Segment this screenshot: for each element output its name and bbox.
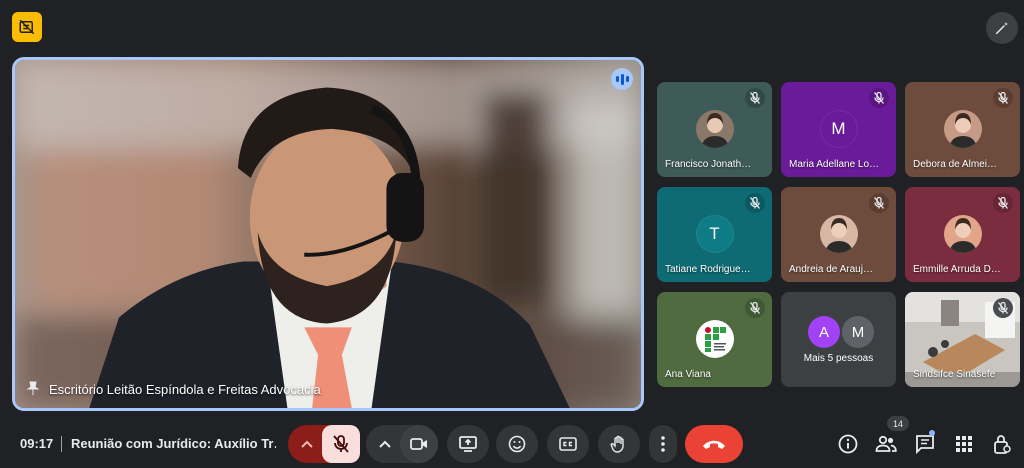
- mic-muted-icon: [745, 88, 765, 108]
- participant-avatar: A: [808, 316, 840, 348]
- participant-name: Francisco Jonath…: [665, 159, 752, 170]
- raise-hand-icon: [610, 435, 624, 453]
- lock-person-icon: [994, 435, 1011, 454]
- chat-icon: [916, 435, 934, 454]
- pin-icon[interactable]: [26, 381, 40, 398]
- activities-button[interactable]: [950, 430, 978, 458]
- participant-tile[interactable]: Sindsifce Sinasefe: [905, 292, 1020, 387]
- participant-name: Sindsifce Sinasefe: [913, 369, 996, 380]
- participant-name: Ana Viana: [665, 369, 711, 380]
- camera-button[interactable]: [400, 425, 438, 463]
- mic-control-group: [288, 425, 360, 463]
- institution-logo: [695, 320, 734, 358]
- host-controls-button[interactable]: [988, 430, 1016, 458]
- camera-icon: [410, 438, 427, 450]
- reactions-button[interactable]: [496, 425, 538, 463]
- participant-avatar: [943, 110, 982, 148]
- main-speaker-tile[interactable]: Escritório Leitão Espíndola e Freitas Ad…: [12, 57, 644, 411]
- more-vert-icon: [661, 436, 665, 452]
- participant-tile[interactable]: M Maria Adellane Lo…: [781, 82, 896, 177]
- camera-options-chevron-icon[interactable]: [374, 433, 396, 455]
- present-screen-icon: [459, 436, 477, 452]
- speaking-indicator-icon: [611, 68, 633, 90]
- meeting-details-button[interactable]: [834, 430, 862, 458]
- participant-tile[interactable]: A M Mais 5 pessoas: [781, 292, 896, 387]
- participant-avatar: [819, 215, 858, 253]
- participant-tile[interactable]: Francisco Jonath…: [657, 82, 772, 177]
- mic-muted-icon: [745, 298, 765, 318]
- leave-call-button[interactable]: [685, 425, 743, 463]
- speaker-video: [15, 60, 641, 408]
- chat-button[interactable]: [911, 430, 939, 458]
- participant-avatar: [695, 110, 734, 148]
- participant-tile[interactable]: T Tatiane Rodrigue…: [657, 187, 772, 282]
- edit-wand-icon[interactable]: [986, 12, 1018, 44]
- raise-hand-button[interactable]: [598, 425, 640, 463]
- info-icon: [838, 434, 858, 454]
- mic-off-button[interactable]: [322, 425, 360, 463]
- more-options-button[interactable]: [649, 425, 677, 463]
- mic-muted-icon: [993, 298, 1013, 318]
- captions-button[interactable]: [547, 425, 589, 463]
- main-speaker-name: Escritório Leitão Espíndola e Freitas Ad…: [49, 382, 321, 397]
- people-icon: [875, 435, 897, 452]
- participant-avatar: [943, 215, 982, 253]
- divider: [61, 436, 62, 452]
- participant-tile[interactable]: Ana Viana: [657, 292, 772, 387]
- more-participants-avatars: AM: [808, 316, 874, 348]
- mic-muted-icon: [993, 88, 1013, 108]
- participant-name: Debora de Almei…: [913, 159, 997, 170]
- participant-tile[interactable]: Emmille Arruda D…: [905, 187, 1020, 282]
- participant-count-badge: 14: [887, 416, 909, 431]
- participant-name: Emmille Arruda D…: [913, 264, 1001, 275]
- apps-grid-icon: [956, 436, 972, 452]
- participant-avatar: T: [695, 215, 734, 253]
- camera-control-group: [366, 425, 438, 463]
- participant-avatar: M: [842, 316, 874, 348]
- participant-tile[interactable]: Debora de Almei…: [905, 82, 1020, 177]
- meeting-clock: 09:17: [20, 436, 54, 451]
- meeting-title: Reunião com Jurídico: Auxílio Tr…: [71, 436, 276, 451]
- chat-notification-dot: [929, 430, 935, 436]
- bottom-toolbar: 09:17 Reunião com Jurídico: Auxílio Tr…: [0, 416, 1024, 464]
- mic-muted-icon: [993, 193, 1013, 213]
- participant-tile[interactable]: Andreia de Arauj…: [781, 187, 896, 282]
- participant-name: Tatiane Rodrigue…: [665, 264, 751, 275]
- people-button[interactable]: [872, 430, 900, 458]
- closed-captions-icon: [559, 437, 577, 451]
- mic-options-chevron-icon[interactable]: [296, 433, 318, 455]
- participant-name: Andreia de Arauj…: [789, 264, 873, 275]
- participant-avatar: M: [819, 110, 858, 148]
- participant-name: Maria Adellane Lo…: [789, 159, 880, 170]
- end-call-icon: [703, 440, 725, 449]
- emoji-icon: [508, 435, 526, 453]
- mic-muted-icon: [869, 193, 889, 213]
- mic-off-icon: [333, 435, 349, 453]
- mic-muted-icon: [869, 88, 889, 108]
- recording-indicator-icon[interactable]: [12, 12, 42, 42]
- mic-muted-icon: [745, 193, 765, 213]
- more-participants-label: Mais 5 pessoas: [803, 353, 874, 364]
- present-screen-button[interactable]: [447, 425, 489, 463]
